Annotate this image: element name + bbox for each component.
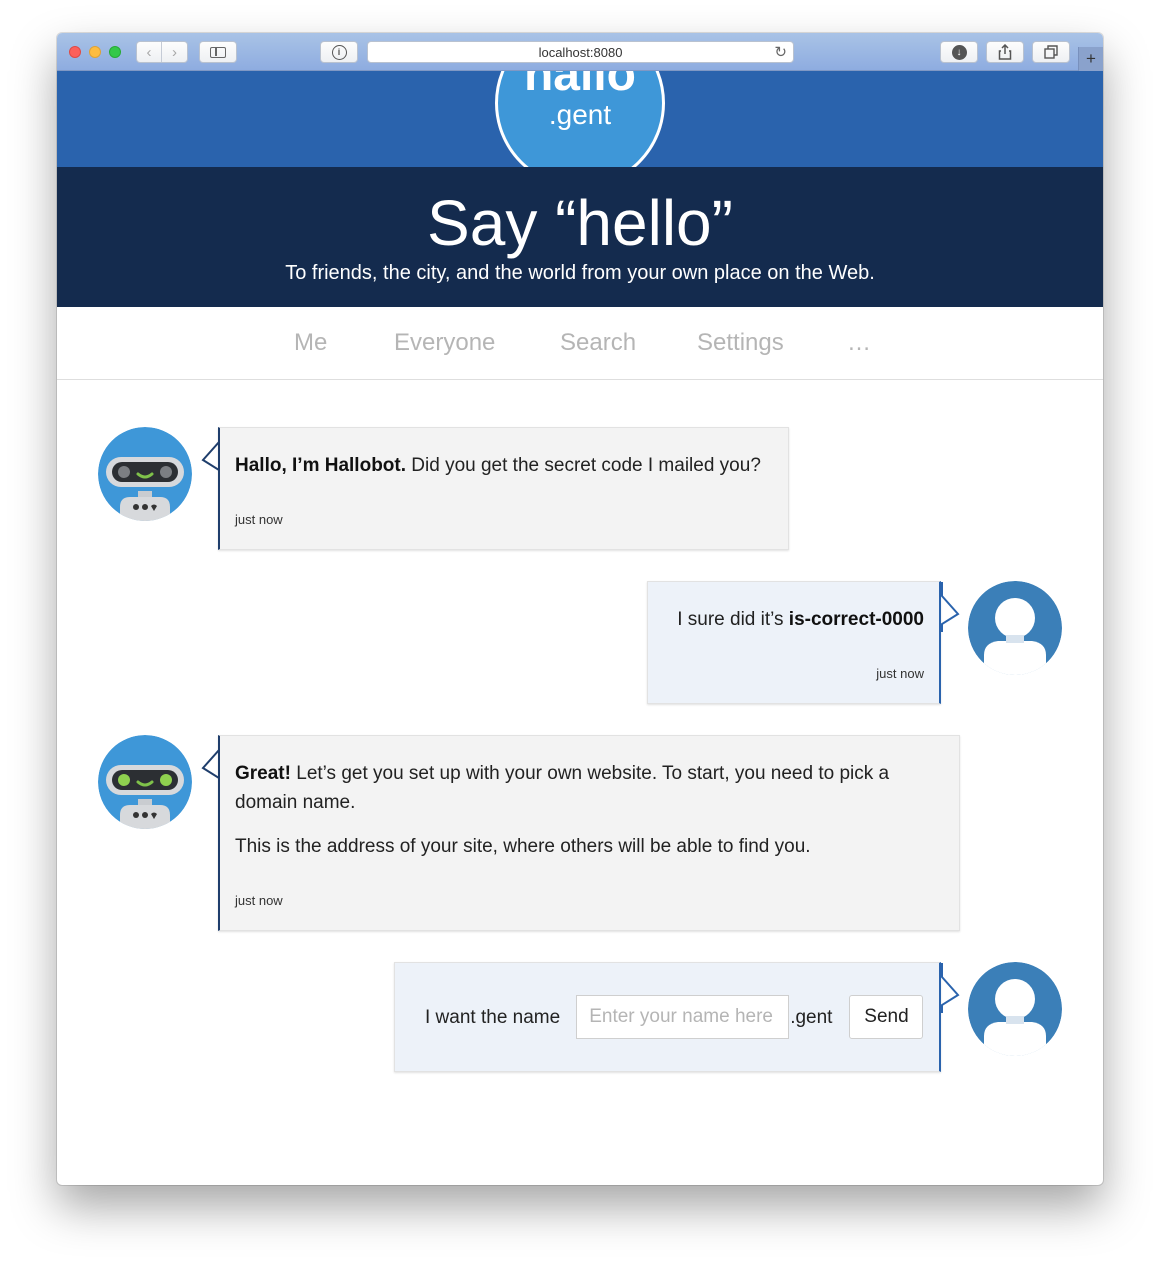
close-window-button[interactable] [69, 46, 81, 58]
logo-tld: .gent [548, 99, 612, 130]
send-button[interactable]: Send [849, 995, 924, 1039]
page-title: Say “hello” [427, 187, 733, 259]
user-avatar [968, 962, 1062, 1056]
tabs-icon [1043, 45, 1058, 59]
main-nav: Me Everyone Search Settings … [57, 307, 1103, 380]
reply-bubble: I want the name .gent Send [394, 962, 960, 1072]
browser-window: ‹ › i localhost:8080 ↻ ↓ + hallo .gent S… [57, 33, 1103, 1185]
message-bold-text: Hallo, I’m Hallobot. [235, 455, 407, 476]
reload-icon[interactable]: ↻ [774, 43, 787, 61]
chat-message-user-1: I sure did it’s is-correct-0000 just now [647, 581, 960, 704]
minimize-window-button[interactable] [89, 46, 101, 58]
sidebar-icon [210, 46, 226, 58]
message-timestamp: just now [235, 512, 283, 527]
sidebar-toggle-button[interactable] [199, 41, 237, 63]
downloads-button[interactable]: ↓ [940, 41, 978, 63]
logo-word: hallo [523, 71, 636, 101]
bubble-brace-icon [941, 582, 960, 632]
history-nav-group: ‹ › [136, 41, 188, 63]
site-logo[interactable]: hallo .gent [495, 71, 665, 167]
message-body-text: Did you get the secret code I mailed you… [406, 455, 761, 476]
bubble-brace-icon [941, 963, 960, 1013]
bubble-brace-icon [201, 736, 220, 786]
message-bold-text: is-correct-0000 [788, 609, 924, 630]
message-body-text: Let’s get you set up with your own websi… [235, 763, 890, 813]
message-body-text: I sure did it’s [677, 609, 789, 630]
message-text: Hallo, I’m Hallobot. Did you get the sec… [235, 451, 775, 480]
domain-form: I want the name .gent Send [425, 995, 924, 1039]
download-icon: ↓ [951, 44, 967, 60]
new-tab-button[interactable]: + [1078, 47, 1103, 71]
tld-label: .gent [790, 1006, 833, 1028]
user-avatar [968, 581, 1062, 675]
chat-message-bot-2: Great! Let’s get you set up with your ow… [201, 735, 960, 931]
share-icon [998, 44, 1012, 60]
message-text: I sure did it’s is-correct-0000 [677, 605, 924, 634]
robot-face-icon [98, 735, 192, 829]
address-bar[interactable]: localhost:8080 ↻ [367, 41, 794, 63]
nav-item-settings[interactable]: Settings [697, 329, 784, 357]
domain-name-input[interactable] [576, 995, 790, 1039]
logo-band: hallo .gent [57, 71, 1103, 167]
message-bold-text: Great! [235, 763, 291, 784]
nav-item-more[interactable]: … [847, 329, 871, 357]
person-silhouette-icon [968, 962, 1062, 1056]
page-subtitle: To friends, the city, and the world from… [285, 262, 875, 284]
message-text: Great! Let’s get you set up with your ow… [235, 759, 935, 817]
chat-message-bot-1: Hallo, I’m Hallobot. Did you get the sec… [201, 427, 789, 550]
forward-icon[interactable]: › [162, 42, 187, 62]
reply-label: I want the name [425, 1006, 561, 1028]
tagline-band: Say “hello” To friends, the city, and th… [57, 167, 1103, 307]
message-timestamp: just now [235, 893, 283, 908]
back-icon[interactable]: ‹ [137, 42, 163, 62]
share-button[interactable] [986, 41, 1024, 63]
password-button[interactable]: i [320, 41, 358, 63]
bot-avatar [98, 427, 192, 521]
nav-item-everyone[interactable]: Everyone [394, 329, 495, 357]
tab-overview-button[interactable] [1032, 41, 1070, 63]
browser-toolbar: ‹ › i localhost:8080 ↻ ↓ + [57, 33, 1103, 71]
message-text-2: This is the address of your site, where … [235, 836, 811, 857]
address-text: localhost:8080 [538, 44, 623, 60]
nav-item-me[interactable]: Me [294, 329, 327, 357]
bot-avatar [98, 735, 192, 829]
message-timestamp: just now [876, 666, 924, 681]
info-icon: i [331, 44, 347, 60]
zoom-window-button[interactable] [109, 46, 121, 58]
person-silhouette-icon [968, 581, 1062, 675]
robot-face-icon [98, 427, 192, 521]
bubble-brace-icon [201, 428, 220, 478]
nav-item-search[interactable]: Search [560, 329, 636, 357]
